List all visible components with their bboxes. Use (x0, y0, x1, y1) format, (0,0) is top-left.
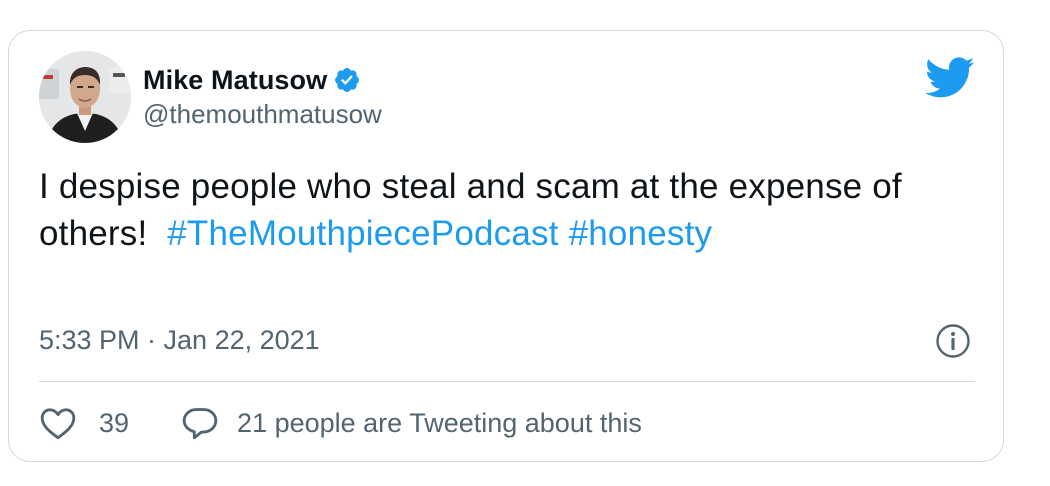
hashtag-link[interactable]: #honesty (569, 214, 713, 253)
embedded-tweet-card[interactable]: Mike Matusow @themouthmatusow I despise … (8, 30, 1004, 462)
speech-bubble-icon (181, 405, 219, 441)
author-name-row[interactable]: Mike Matusow (143, 63, 361, 97)
person-portrait-icon (39, 51, 131, 143)
author-avatar[interactable] (39, 51, 131, 143)
twitter-bird-icon[interactable] (925, 57, 975, 99)
like-count: 39 (99, 407, 130, 438)
tweet-timestamp[interactable]: 5:33 PM · Jan 22, 2021 (39, 325, 320, 356)
like-button[interactable]: 39 (39, 405, 129, 441)
reply-button[interactable]: 21 people are Tweeting about this (181, 405, 642, 441)
tweet-text: I despise people who steal and scam at t… (39, 163, 919, 257)
hashtag-link[interactable]: #TheMouthpiecePodcast (167, 214, 558, 253)
tweeting-about-text[interactable]: 21 people are Tweeting about this (237, 408, 642, 439)
heart-outline-icon (39, 405, 77, 441)
divider (39, 381, 975, 382)
verified-badge-icon (333, 66, 361, 94)
author-name[interactable]: Mike Matusow (143, 65, 327, 96)
action-bar: 39 21 people are Tweeting about this (39, 403, 642, 443)
author-handle[interactable]: @themouthmatusow (143, 99, 382, 130)
info-circle-icon[interactable] (935, 323, 971, 359)
